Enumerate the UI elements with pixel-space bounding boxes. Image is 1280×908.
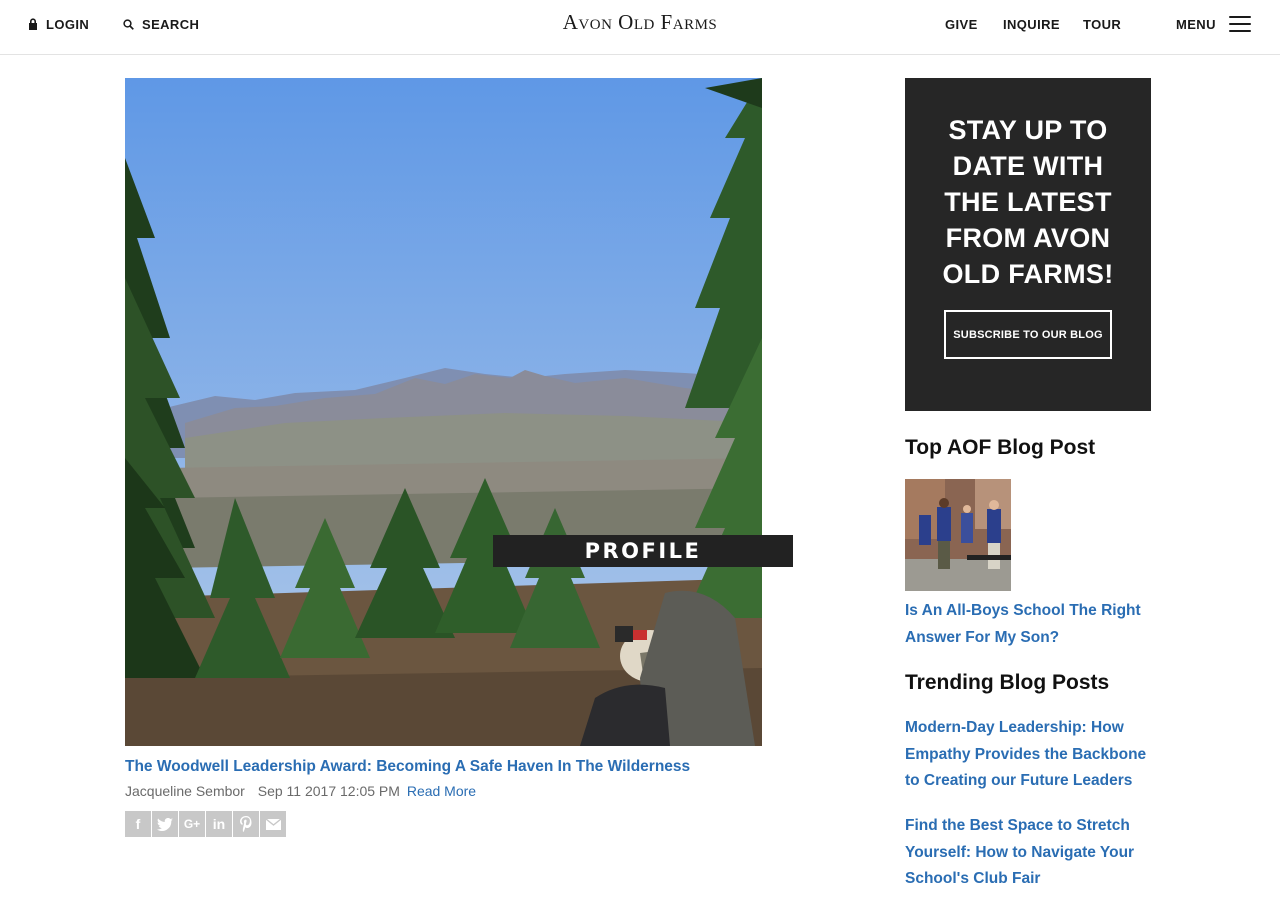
tour-link[interactable]: TOUR xyxy=(1083,0,1121,48)
profile-tag: PROFILE xyxy=(493,535,793,567)
twitter-icon[interactable] xyxy=(152,811,178,837)
post-date: Sep 11 2017 12:05 PM xyxy=(257,783,400,799)
top-post-thumbnail[interactable] xyxy=(905,479,1011,591)
trending-post-link[interactable]: Modern-Day Leadership: How Empathy Provi… xyxy=(905,715,1150,795)
inquire-link[interactable]: INQUIRE xyxy=(1003,0,1060,48)
post-author: Jacqueline Sembor xyxy=(125,783,245,799)
give-link[interactable]: GIVE xyxy=(945,0,978,48)
read-more-link[interactable]: Read More xyxy=(407,783,476,799)
share-buttons: f G+ in xyxy=(125,811,287,837)
subscribe-button[interactable]: SUBSCRIBE TO OUR BLOG xyxy=(944,310,1112,359)
linkedin-icon[interactable]: in xyxy=(206,811,232,837)
students-walking-image xyxy=(905,479,1011,591)
hamburger-icon xyxy=(1228,16,1251,32)
trending-post-link[interactable]: Find the Best Space to Stretch Yourself:… xyxy=(905,813,1150,893)
cta-heading: STAY UP TO DATE WITH THE LATEST FROM AVO… xyxy=(942,115,1114,289)
top-post-heading: Top AOF Blog Post xyxy=(905,436,1096,459)
trending-heading: Trending Blog Posts xyxy=(905,671,1110,694)
subscribe-cta: STAY UP TO DATE WITH THE LATEST FROM AVO… xyxy=(905,78,1151,411)
top-post-link[interactable]: Is An All-Boys School The Right Answer F… xyxy=(905,598,1150,651)
facebook-icon[interactable]: f xyxy=(125,811,151,837)
google-plus-icon[interactable]: G+ xyxy=(179,811,205,837)
mountain-landscape-image xyxy=(125,78,762,746)
email-icon[interactable] xyxy=(260,811,286,837)
post-hero-image[interactable] xyxy=(125,78,762,746)
site-header: LOGIN SEARCH Avon Old Farms GIVE INQUIRE… xyxy=(0,0,1280,55)
post-title-link[interactable]: The Woodwell Leadership Award: Becoming … xyxy=(125,758,690,776)
menu-button[interactable]: MENU xyxy=(1176,0,1251,48)
pinterest-icon[interactable] xyxy=(233,811,259,837)
post-meta: Jacqueline Sembor Sep 11 2017 12:05 PM R… xyxy=(125,783,476,799)
menu-label: MENU xyxy=(1176,16,1216,32)
